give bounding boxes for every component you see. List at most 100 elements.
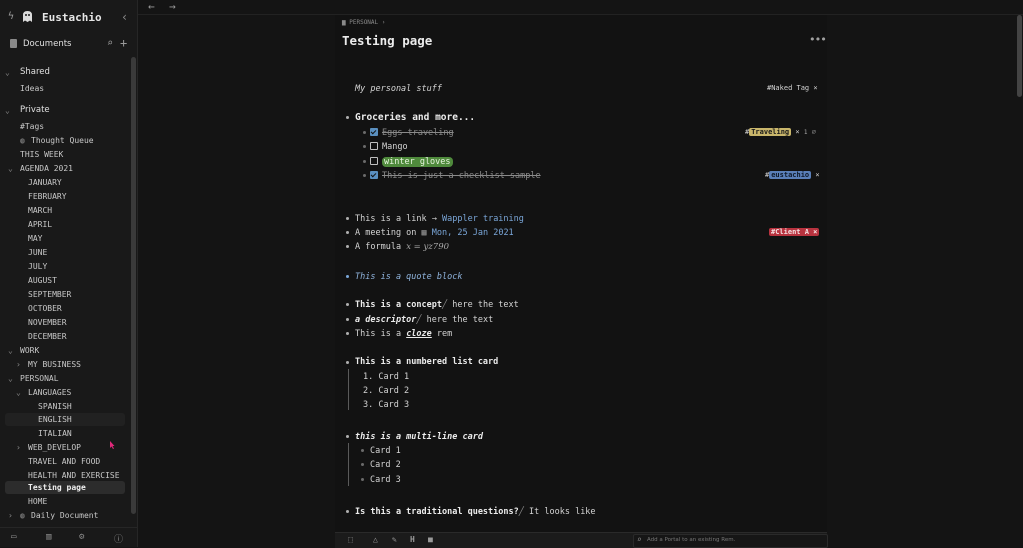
bullet[interactable]: [361, 463, 364, 466]
checkbox-checked[interactable]: [370, 128, 378, 136]
chevron-right-icon[interactable]: ›: [16, 358, 21, 371]
heading-icon[interactable]: H: [410, 535, 415, 544]
checkbox[interactable]: [370, 142, 378, 150]
bullet[interactable]: [363, 174, 366, 177]
close-icon[interactable]: ×: [813, 84, 817, 92]
bullet[interactable]: [363, 145, 366, 148]
chevron-down-icon[interactable]: ⌄: [8, 344, 13, 357]
chevron-down-icon[interactable]: ⌄: [5, 66, 10, 79]
bullet[interactable]: [346, 116, 349, 119]
page-scrollbar[interactable]: [1017, 15, 1022, 97]
breadcrumb[interactable]: ▆ PERSONAL ›: [342, 19, 385, 26]
tag-label: #Client A: [771, 228, 809, 236]
line-eggs[interactable]: Eggs traveling: [370, 127, 454, 139]
sidebar-scrollbar[interactable]: [131, 57, 136, 514]
stats-icon[interactable]: ▥: [46, 532, 51, 542]
forward-arrow-icon[interactable]: →: [169, 0, 176, 13]
line-numbered-card[interactable]: This is a numbered list card: [355, 356, 498, 368]
bullet[interactable]: [363, 131, 366, 134]
back-arrow-icon[interactable]: ←: [148, 0, 155, 13]
rem-link[interactable]: Wappler training: [442, 214, 524, 224]
documents-header[interactable]: Documents ⌕ +: [0, 36, 137, 54]
search-icon: ⌕: [637, 535, 642, 544]
cloze-word[interactable]: cloze: [406, 329, 432, 339]
close-icon[interactable]: ×: [795, 128, 799, 136]
portal-icon[interactable]: ⬚: [348, 535, 353, 544]
multi-card-1[interactable]: Card 1: [370, 445, 401, 457]
item-label: Mango: [382, 142, 408, 152]
line-question[interactable]: Is this a traditional questions?╱ It loo…: [355, 506, 596, 518]
bullet[interactable]: [346, 217, 349, 220]
line-concept[interactable]: This is a concept╱ here the text: [355, 299, 519, 311]
bullet[interactable]: [346, 275, 349, 278]
sidebar-item-label: #Tags: [20, 122, 45, 131]
bullet[interactable]: [346, 435, 349, 438]
ellipsis-icon[interactable]: •••: [809, 33, 827, 46]
bullet[interactable]: [346, 318, 349, 321]
item-label: This is just a checklist sample: [382, 171, 541, 181]
block-icon[interactable]: ■: [428, 535, 433, 544]
checkbox[interactable]: [370, 157, 378, 165]
naked-tag[interactable]: #Naked Tag ×: [767, 83, 818, 93]
line-meeting[interactable]: A meeting on ▦ Mon, 25 Jan 2021: [355, 227, 514, 239]
section-shared[interactable]: ⌄ Shared: [5, 66, 125, 79]
sidebar-item-label: JUNE: [28, 248, 48, 257]
bullet[interactable]: [346, 245, 349, 248]
tag-label: Traveling: [749, 128, 792, 136]
bullet[interactable]: [346, 332, 349, 335]
collapse-sidebar-icon[interactable]: ‹: [121, 10, 128, 24]
sidebar-header: ϟ Eustachio ‹: [0, 0, 137, 35]
layout-icon[interactable]: ▭: [11, 532, 16, 542]
line-checklist[interactable]: This is just a checklist sample: [370, 170, 541, 182]
warning-icon[interactable]: △: [373, 535, 378, 544]
line-groceries[interactable]: Groceries and more...: [355, 112, 475, 124]
section-private[interactable]: ⌄ Private: [5, 104, 125, 117]
portal-search-input[interactable]: ⌕ Add a Portal to an existing Rem.: [633, 534, 828, 548]
multi-card-3[interactable]: Card 3: [370, 474, 401, 486]
tag-label: eustachio: [769, 171, 812, 179]
bullet[interactable]: [346, 303, 349, 306]
line-link[interactable]: This is a link → Wappler training: [355, 213, 524, 225]
chevron-down-icon[interactable]: ⌄: [8, 162, 13, 175]
line-quote[interactable]: This is a quote block: [355, 271, 462, 283]
sidebar-footer: ▭ ▥ ⚙ ⓘ: [0, 527, 137, 548]
pencil-icon[interactable]: ✎: [392, 535, 397, 544]
bullet[interactable]: [346, 510, 349, 513]
settings-icon[interactable]: ⚙: [79, 532, 84, 542]
numbered-card-3[interactable]: 3. Card 3: [363, 399, 409, 411]
sidebar-item-label: Daily Document: [31, 511, 99, 520]
add-document-icon[interactable]: +: [120, 36, 127, 50]
line-formula[interactable]: A formula x = yz790: [355, 241, 449, 253]
chevron-right-icon[interactable]: ›: [16, 441, 21, 454]
close-icon[interactable]: ×: [813, 228, 817, 236]
line-descriptor[interactable]: a descriptor╱ here the text: [355, 314, 493, 326]
line-winter-gloves[interactable]: winter gloves: [370, 156, 453, 168]
checkbox-checked[interactable]: [370, 171, 378, 179]
chevron-down-icon[interactable]: ⌄: [5, 104, 10, 117]
bullet[interactable]: [361, 478, 364, 481]
info-icon[interactable]: ⓘ: [114, 532, 123, 545]
line-multiline-card[interactable]: this is a multi-line card: [355, 431, 483, 443]
date-link[interactable]: Mon, 25 Jan 2021: [432, 228, 514, 238]
bullet[interactable]: [363, 160, 366, 163]
multi-card-2[interactable]: Card 2: [370, 459, 401, 471]
search-icon[interactable]: ⌕: [107, 38, 113, 49]
client-tag[interactable]: #Client A ×: [769, 227, 820, 237]
chevron-down-icon[interactable]: ⌄: [16, 386, 21, 399]
numbered-card-2[interactable]: 2. Card 2: [363, 385, 409, 397]
chevron-down-icon[interactable]: ⌄: [8, 372, 13, 385]
line-mango[interactable]: Mango: [370, 141, 408, 153]
line-personal-stuff[interactable]: My personal stuff: [355, 83, 442, 95]
numbered-card-1[interactable]: 1. Card 1: [363, 371, 409, 383]
bullet[interactable]: [361, 449, 364, 452]
line-cloze[interactable]: This is a cloze rem: [355, 328, 452, 340]
separator-icon: ╱: [518, 507, 524, 517]
sidebar: ϟ Eustachio ‹ Documents ⌕ + ⌄ Shared Ide…: [0, 0, 138, 547]
traveling-tag[interactable]: # Traveling × 1 ⌀: [745, 127, 816, 137]
bullet[interactable]: [346, 361, 349, 364]
chevron-right-icon[interactable]: ›: [8, 509, 13, 522]
lightning-icon[interactable]: ϟ: [8, 11, 14, 22]
close-icon[interactable]: ×: [815, 171, 819, 179]
eustachio-tag[interactable]: # eustachio ×: [765, 170, 820, 180]
bullet[interactable]: [346, 231, 349, 234]
